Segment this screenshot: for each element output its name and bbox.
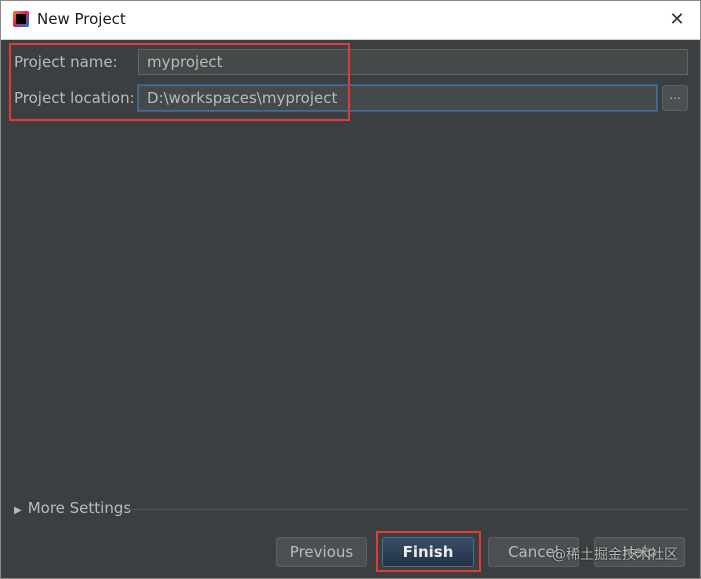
project-location-input[interactable] [138,85,657,111]
project-location-label: Project location: [14,89,135,107]
window-title: New Project [37,10,126,28]
intellij-idea-icon [13,11,29,27]
dialog-content: Project name: Project location: ... ▶ Mor… [1,40,700,578]
project-name-input[interactable] [138,49,688,75]
finish-button[interactable]: Finish [382,537,474,567]
more-settings-label: More Settings [27,499,132,517]
expand-arrow-icon: ▶ [14,505,22,516]
settings-divider [128,509,688,510]
watermark-text: @稀土掘金技术社区 [552,547,678,563]
more-settings-toggle[interactable]: ▶ More Settings [14,499,131,517]
browse-button[interactable]: ... [662,85,688,111]
close-icon[interactable]: ✕ [662,5,692,35]
title-bar: New Project ✕ [1,1,700,40]
previous-button[interactable]: Previous [276,537,367,567]
project-name-label: Project name: [14,53,118,71]
new-project-dialog: New Project ✕ Project name: Project loca… [0,0,701,579]
